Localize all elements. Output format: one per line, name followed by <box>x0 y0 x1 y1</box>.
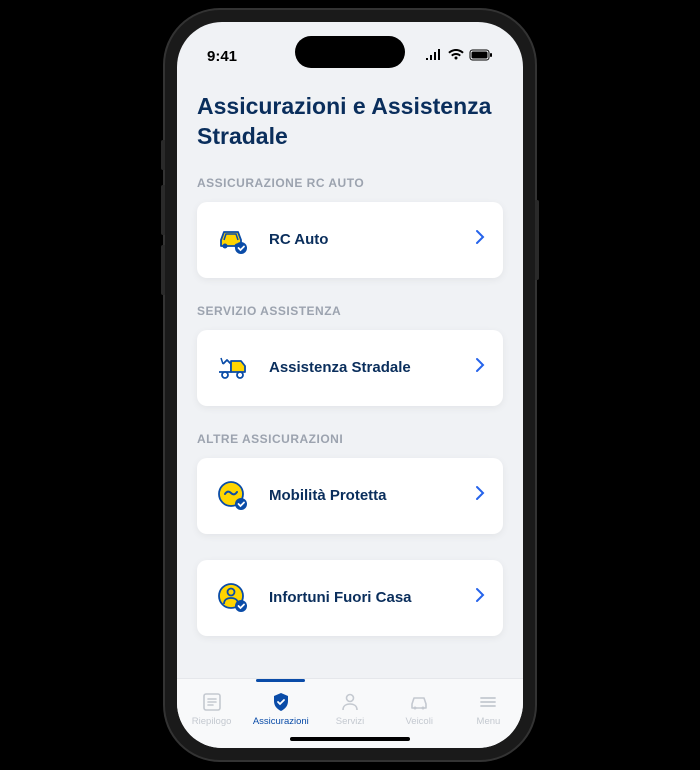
phone-side-button <box>161 140 165 170</box>
notch <box>295 36 405 68</box>
tab-label: Servizi <box>336 716 365 727</box>
signal-icon <box>425 48 443 65</box>
phone-side-button <box>161 245 165 295</box>
page-title: Assicurazioni e Assistenza Stradale <box>197 92 503 152</box>
section-header: SERVIZIO ASSISTENZA <box>197 304 503 318</box>
card-assistenza-stradale[interactable]: Assistenza Stradale <box>197 330 503 406</box>
mobility-shield-icon <box>215 478 251 514</box>
shield-check-icon <box>270 691 292 713</box>
phone-side-button <box>535 200 539 280</box>
chevron-right-icon <box>475 485 485 506</box>
menu-icon <box>477 691 499 713</box>
chevron-right-icon <box>475 357 485 378</box>
car-icon <box>408 691 430 713</box>
chevron-right-icon <box>475 229 485 250</box>
section-header: ASSICURAZIONE RC AUTO <box>197 176 503 190</box>
tab-veicoli[interactable]: Veicoli <box>385 687 454 727</box>
car-shield-icon <box>215 222 251 258</box>
person-icon <box>339 691 361 713</box>
home-indicator[interactable] <box>290 737 410 741</box>
person-shield-icon <box>215 580 251 616</box>
card-title: Assistenza Stradale <box>269 359 457 376</box>
card-title: Infortuni Fuori Casa <box>269 589 457 606</box>
tab-servizi[interactable]: Servizi <box>315 687 384 727</box>
screen: 9:41 Assicurazioni e Assistenza Stradale… <box>177 22 523 748</box>
section-header: ALTRE ASSICURAZIONI <box>197 432 503 446</box>
status-icons <box>425 48 493 65</box>
tab-label: Menu <box>477 716 501 727</box>
card-rc-auto[interactable]: RC Auto <box>197 202 503 278</box>
tab-riepilogo[interactable]: Riepilogo <box>177 687 246 727</box>
phone-side-button <box>161 185 165 235</box>
tab-label: Veicoli <box>405 716 432 727</box>
card-title: RC Auto <box>269 231 457 248</box>
tab-assicurazioni[interactable]: Assicurazioni <box>246 687 315 727</box>
wifi-icon <box>448 48 464 65</box>
tow-truck-icon <box>215 350 251 386</box>
list-icon <box>201 691 223 713</box>
tab-label: Riepilogo <box>192 716 232 727</box>
status-time: 9:41 <box>207 48 237 65</box>
content-area: Assicurazioni e Assistenza Stradale ASSI… <box>177 72 523 678</box>
chevron-right-icon <box>475 587 485 608</box>
tab-menu[interactable]: Menu <box>454 687 523 727</box>
card-title: Mobilità Protetta <box>269 487 457 504</box>
phone-frame: 9:41 Assicurazioni e Assistenza Stradale… <box>165 10 535 760</box>
card-mobilita-protetta[interactable]: Mobilità Protetta <box>197 458 503 534</box>
card-infortuni[interactable]: Infortuni Fuori Casa <box>197 560 503 636</box>
battery-icon <box>469 48 493 65</box>
tab-label: Assicurazioni <box>253 716 309 727</box>
